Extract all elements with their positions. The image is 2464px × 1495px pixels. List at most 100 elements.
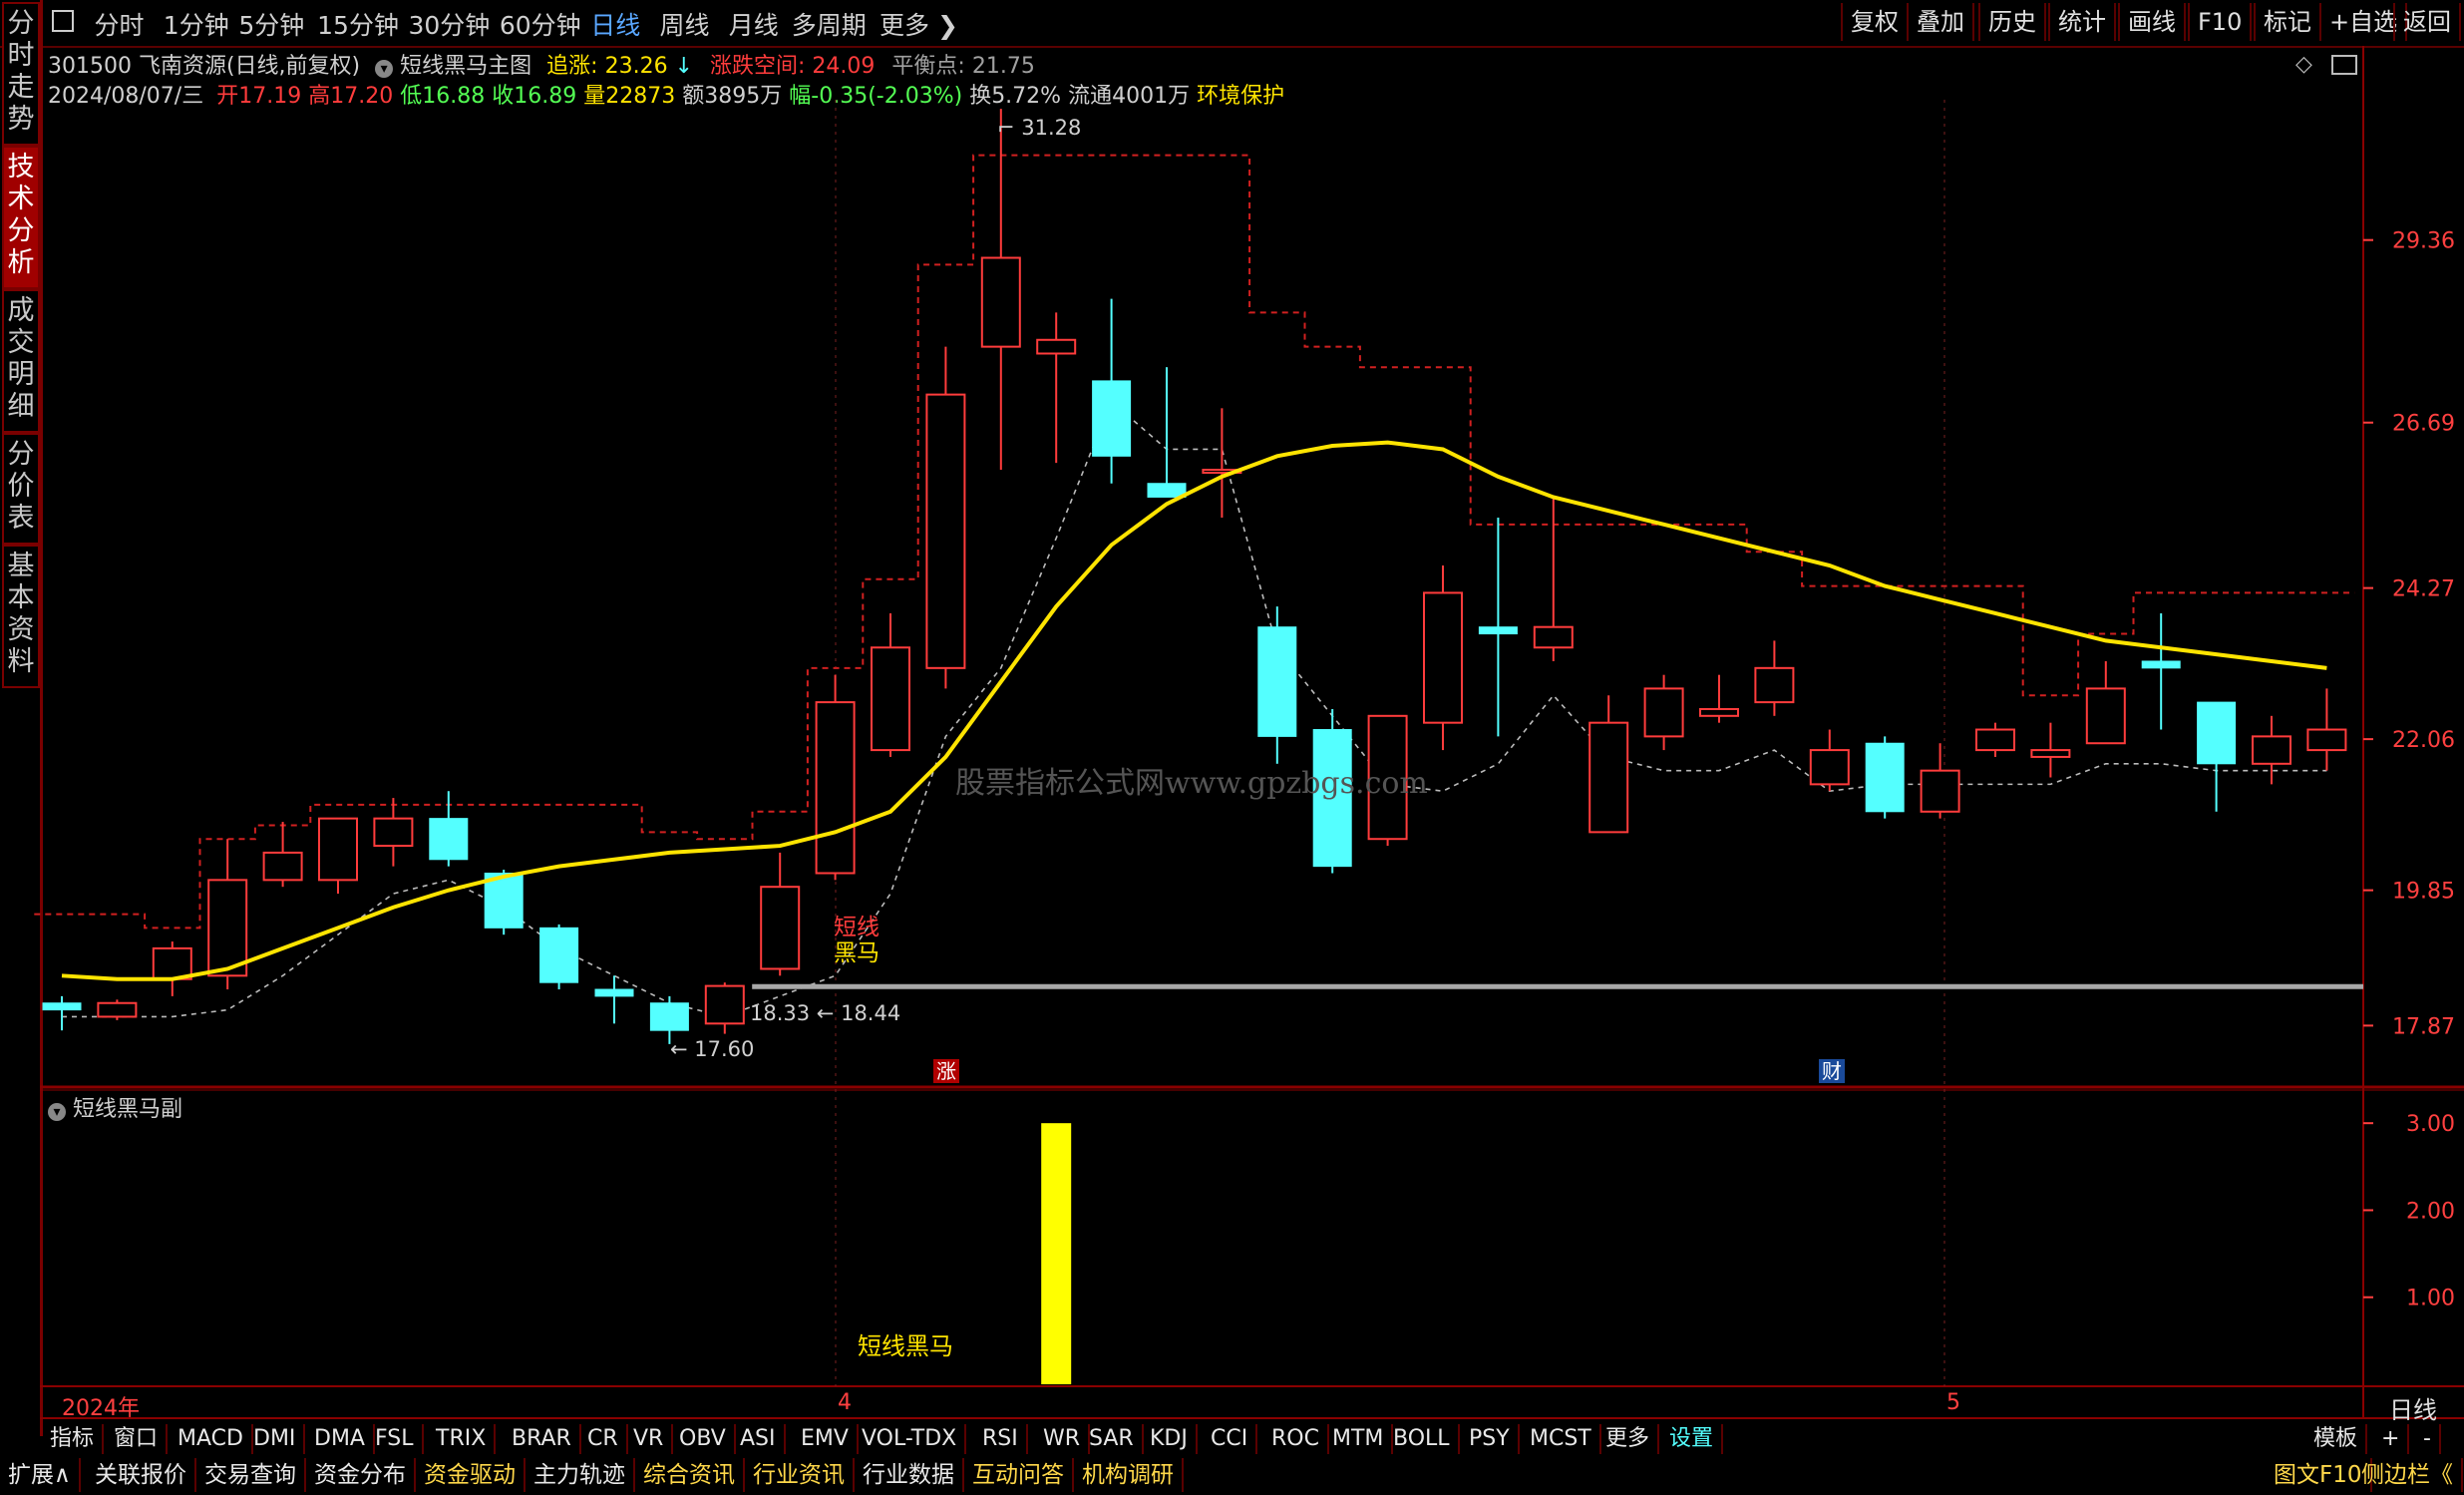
high-price-label: ⌐ 31.28: [997, 116, 1082, 140]
candle[interactable]: [815, 674, 856, 881]
indicator-tab-18[interactable]: CCI: [1203, 1424, 1258, 1454]
kline-chart[interactable]: 29.36 26.69 24.27 22.06 19.85 17.87 3.00 2.00 1…: [0, 0, 2464, 1495]
candle[interactable]: [152, 941, 192, 996]
candle[interactable]: [2030, 722, 2071, 778]
indicator-tab-23[interactable]: MCST: [1522, 1424, 1601, 1454]
indicator-tab-11[interactable]: ASI: [732, 1424, 786, 1454]
lower-band-line: [62, 400, 2327, 1018]
indicator-right-2[interactable]: -: [2415, 1424, 2441, 1454]
indicator-tab-24[interactable]: 更多: [1597, 1424, 1660, 1454]
sub-tick-label: 1.00: [2406, 1287, 2455, 1311]
candle[interactable]: [1809, 729, 1850, 792]
bottom-tab-1[interactable]: 关联报价: [87, 1458, 196, 1492]
sub-tick-label: 3.00: [2406, 1112, 2455, 1137]
event-badge-cai[interactable]: 财: [1819, 1059, 1845, 1083]
candle[interactable]: [980, 109, 1021, 471]
candle[interactable]: [1754, 640, 1795, 716]
indicator-tab-22[interactable]: PSY: [1461, 1424, 1520, 1454]
bottom-tab-2[interactable]: 交易查询: [196, 1458, 306, 1492]
bottom-tab-10[interactable]: 机构调研: [1074, 1458, 1184, 1492]
upper-band-line: [34, 154, 2355, 930]
price-tick-label: 24.27: [2392, 577, 2455, 602]
candle[interactable]: [1257, 606, 1297, 764]
indicator-tab-25[interactable]: 设置: [1661, 1424, 1724, 1454]
bottom-tab-6[interactable]: 综合资讯: [635, 1458, 745, 1492]
candle[interactable]: [1533, 497, 1574, 661]
indicator-tab-7[interactable]: BRAR: [504, 1424, 581, 1454]
indicator-right-1[interactable]: +: [2373, 1424, 2410, 1454]
candle[interactable]: [97, 999, 138, 1020]
indicator-tab-5[interactable]: FSL: [367, 1424, 424, 1454]
candle[interactable]: [1202, 408, 1242, 519]
price-tick-label: 19.85: [2392, 880, 2455, 905]
bottom-tab-3[interactable]: 资金分布: [306, 1458, 416, 1492]
candle[interactable]: [1147, 367, 1187, 498]
candle[interactable]: [1865, 736, 1905, 819]
candle[interactable]: [1478, 518, 1518, 737]
mid-price-label: 18.33 ← 18.44: [750, 1001, 901, 1025]
candle[interactable]: [760, 852, 801, 976]
candle[interactable]: [1643, 674, 1684, 751]
candle[interactable]: [373, 798, 414, 867]
candle[interactable]: [1699, 674, 1739, 723]
indicator-tab-10[interactable]: OBV: [671, 1424, 736, 1454]
indicator-tab-20[interactable]: MTM: [1324, 1424, 1394, 1454]
indicator-tab-9[interactable]: VR: [625, 1424, 674, 1454]
candle[interactable]: [1975, 722, 2015, 757]
sub-signal-bar: [1041, 1123, 1072, 1384]
bottom-tab-4[interactable]: 资金驱动: [416, 1458, 526, 1492]
candle[interactable]: [925, 346, 966, 689]
candle[interactable]: [318, 817, 358, 895]
watermark: 股票指标公式网www.gpzbgs.com: [955, 766, 1428, 801]
indicator-tab-3[interactable]: DMI: [245, 1424, 306, 1454]
bottom-tab-7[interactable]: 行业资讯: [745, 1458, 855, 1492]
indicator-tab-19[interactable]: ROC: [1263, 1424, 1329, 1454]
indicator-tab-8[interactable]: CR: [579, 1424, 628, 1454]
price-tick-label: 17.87: [2392, 1014, 2455, 1039]
indicator-tab-2[interactable]: MACD: [170, 1424, 253, 1454]
sub-panel-toggle-icon[interactable]: ▾: [48, 1103, 66, 1121]
candle[interactable]: [42, 995, 82, 1031]
price-tick-label: 22.06: [2392, 728, 2455, 753]
indicator-tab-6[interactable]: TRIX: [428, 1424, 497, 1454]
sub-bar-label: 短线黑马: [858, 1332, 953, 1360]
candle[interactable]: [2306, 688, 2347, 771]
indicator-tab-21[interactable]: BOLL: [1385, 1424, 1460, 1454]
candle[interactable]: [871, 612, 910, 757]
signal-text-yellow: 黑马: [834, 940, 880, 966]
period-mode-label[interactable]: 日线: [2389, 1390, 2437, 1425]
indicator-tab-14[interactable]: RSI: [974, 1424, 1028, 1454]
event-badge-zhang[interactable]: 涨: [933, 1059, 959, 1083]
sub-tick-label: 2.00: [2406, 1199, 2455, 1224]
candle[interactable]: [1036, 312, 1077, 464]
indicator-tab-1[interactable]: 窗口: [106, 1424, 169, 1454]
bottom-tab-9[interactable]: 互动问答: [964, 1458, 1074, 1492]
indicator-tab-16[interactable]: SAR: [1081, 1424, 1144, 1454]
candle[interactable]: [2141, 612, 2181, 730]
candle[interactable]: [704, 982, 745, 1034]
candle[interactable]: [2085, 660, 2126, 745]
indicator-tab-17[interactable]: KDJ: [1142, 1424, 1198, 1454]
candle[interactable]: [429, 791, 469, 867]
candle[interactable]: [1423, 565, 1463, 751]
indicator-tab-12[interactable]: EMV: [793, 1424, 859, 1454]
candle[interactable]: [2252, 715, 2291, 785]
candle[interactable]: [539, 924, 579, 990]
sub-panel-title: ▾ 短线黑马副: [48, 1091, 182, 1123]
bottom-right-1[interactable]: 侧边栏《: [2353, 1458, 2463, 1492]
ma-line: [61, 440, 2327, 981]
bottom-tab-5[interactable]: 主力轨迹: [526, 1458, 635, 1492]
candle[interactable]: [2197, 701, 2237, 812]
candle[interactable]: [1588, 695, 1629, 834]
candle[interactable]: [262, 822, 303, 888]
bottom-tab-0[interactable]: 扩展∧: [0, 1458, 81, 1492]
indicator-tab-4[interactable]: DMA: [306, 1424, 375, 1454]
bottom-tab-8[interactable]: 行业数据: [855, 1458, 964, 1492]
candle[interactable]: [1920, 743, 1960, 819]
time-axis-april: 4: [838, 1390, 852, 1415]
time-axis-year: 2024年: [62, 1396, 140, 1421]
candle[interactable]: [1092, 298, 1132, 484]
indicator-tab-0[interactable]: 指标: [42, 1424, 105, 1454]
indicator-tab-13[interactable]: VOL-TDX: [854, 1424, 967, 1454]
indicator-right-0[interactable]: 模板: [2305, 1424, 2368, 1454]
